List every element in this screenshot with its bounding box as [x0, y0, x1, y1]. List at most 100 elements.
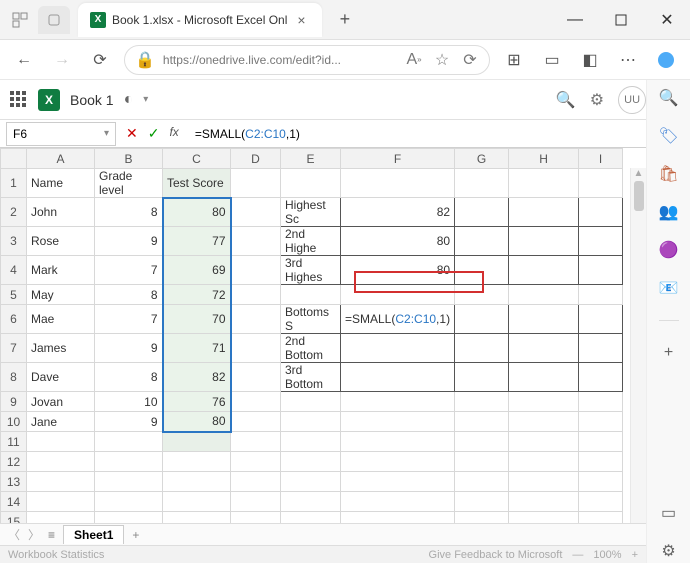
cell[interactable]: 80 — [163, 412, 231, 432]
accept-icon[interactable]: ✓ — [148, 125, 160, 142]
maximize-button[interactable] — [598, 0, 644, 40]
select-all-corner[interactable] — [1, 149, 27, 169]
copilot-icon[interactable] — [652, 46, 680, 74]
cell[interactable]: 70 — [163, 305, 231, 334]
name-box[interactable]: F6 ▾ — [6, 122, 116, 146]
minimize-button[interactable]: — — [552, 0, 598, 40]
reader-icon[interactable]: A» — [405, 50, 423, 70]
cell[interactable]: 9 — [95, 227, 163, 256]
vertical-scrollbar[interactable]: ▲ — [630, 168, 646, 523]
cell[interactable]: Mae — [27, 305, 95, 334]
tab-inactive[interactable] — [38, 6, 70, 34]
outlook-icon[interactable]: 📧 — [657, 276, 681, 300]
cell[interactable]: 76 — [163, 392, 231, 412]
feedback-link[interactable]: Give Feedback to Microsoft — [429, 549, 563, 561]
sheet-list-icon[interactable]: ≡ — [48, 528, 55, 542]
col-header[interactable]: C — [163, 149, 231, 169]
cell[interactable]: 8 — [95, 198, 163, 227]
avatar[interactable]: UU — [618, 86, 646, 114]
zoom-out-button[interactable]: — — [572, 549, 583, 561]
status-text[interactable]: Workbook Statistics — [8, 549, 104, 561]
col-header[interactable]: F — [341, 149, 455, 169]
col-header[interactable]: D — [231, 149, 281, 169]
cell[interactable]: 80 — [341, 227, 455, 256]
cell[interactable]: Mark — [27, 256, 95, 285]
sync-icon[interactable]: ⟳ — [461, 50, 479, 70]
more-icon[interactable]: ⋯ — [614, 46, 642, 74]
sheet-tab[interactable]: Sheet1 — [63, 525, 124, 544]
close-tab-icon[interactable]: × — [293, 12, 309, 28]
cell[interactable]: 69 — [163, 256, 231, 285]
cell[interactable]: 82 — [341, 198, 455, 227]
cell[interactable] — [231, 169, 281, 198]
cell[interactable]: 9 — [95, 412, 163, 432]
collapse-icon[interactable]: ▭ — [657, 501, 681, 525]
chevron-down-icon[interactable]: ▾ — [104, 128, 109, 139]
cell[interactable]: 2nd Bottom — [281, 334, 341, 363]
cell-active[interactable]: =SMALL(C2:C10,1) — [341, 305, 455, 334]
cell[interactable]: 2nd Highe — [281, 227, 341, 256]
cell[interactable]: Jane — [27, 412, 95, 432]
sheet-nav-next-icon[interactable]: 〉 — [28, 526, 40, 543]
back-button[interactable]: ← — [10, 46, 38, 74]
cell[interactable]: 8 — [95, 363, 163, 392]
spreadsheet-grid[interactable]: A B C D E F G H I 1 Name Grade level Tes… — [0, 148, 623, 523]
cell[interactable]: 71 — [163, 334, 231, 363]
cell[interactable]: Grade level — [95, 169, 163, 198]
search-icon[interactable]: 🔍 — [556, 90, 576, 110]
row-header[interactable]: 5 — [1, 285, 27, 305]
cell[interactable]: 10 — [95, 392, 163, 412]
row-header[interactable]: 9 — [1, 392, 27, 412]
people-icon[interactable]: 👥 — [657, 200, 681, 224]
cell[interactable]: James — [27, 334, 95, 363]
refresh-button[interactable]: ⟳ — [86, 46, 114, 74]
col-header[interactable]: H — [509, 149, 579, 169]
col-header[interactable]: E — [281, 149, 341, 169]
col-header[interactable]: A — [27, 149, 95, 169]
row-header[interactable]: 1 — [1, 169, 27, 198]
zoom-in-button[interactable]: + — [632, 549, 638, 561]
cell[interactable]: Rose — [27, 227, 95, 256]
ribbon-caret-icon[interactable]: ▾ — [143, 94, 148, 105]
favorite-icon[interactable]: ☆ — [433, 50, 451, 70]
cell[interactable]: 3rd Bottom — [281, 363, 341, 392]
row-header[interactable]: 8 — [1, 363, 27, 392]
split-icon[interactable]: ◧ — [576, 46, 604, 74]
shopping-icon[interactable]: 🛍 — [657, 162, 681, 186]
copilot-icon[interactable]: 🟣 — [657, 238, 681, 262]
row-header[interactable]: 4 — [1, 256, 27, 285]
forward-button[interactable]: → — [48, 46, 76, 74]
cell[interactable]: Highest Sc — [281, 198, 341, 227]
add-sheet-button[interactable]: + — [132, 528, 139, 542]
workbook-name[interactable]: Book 1 — [70, 92, 114, 108]
tag-icon[interactable]: 🏷 — [657, 124, 681, 148]
cell[interactable]: Test Score — [163, 169, 231, 198]
cell[interactable]: 80 — [163, 198, 231, 227]
settings-icon[interactable]: ⚙ — [657, 539, 681, 563]
address-bar[interactable]: 🔒 https://onedrive.live.com/edit?id... A… — [124, 45, 490, 75]
cell[interactable]: May — [27, 285, 95, 305]
row-header[interactable]: 3 — [1, 227, 27, 256]
col-header[interactable]: B — [95, 149, 163, 169]
settings-icon[interactable]: ⚙ — [590, 90, 604, 110]
cell[interactable]: 7 — [95, 256, 163, 285]
cell[interactable]: 7 — [95, 305, 163, 334]
add-tool-icon[interactable]: + — [657, 341, 681, 365]
search-icon[interactable]: 🔍 — [657, 86, 681, 110]
cell[interactable]: John — [27, 198, 95, 227]
cell[interactable]: 80 — [341, 256, 455, 285]
cell[interactable]: 72 — [163, 285, 231, 305]
row-header[interactable]: 2 — [1, 198, 27, 227]
extensions-icon[interactable]: ⊞ — [500, 46, 528, 74]
cell[interactable]: 82 — [163, 363, 231, 392]
new-tab-button[interactable]: + — [330, 9, 361, 30]
sheet-nav-prev-icon[interactable]: 〈 — [8, 526, 20, 543]
formula-input[interactable]: =SMALL(C2:C10,1) — [189, 127, 666, 141]
cell[interactable]: Bottoms S — [281, 305, 341, 334]
cell[interactable]: 8 — [95, 285, 163, 305]
cell[interactable]: Dave — [27, 363, 95, 392]
cell[interactable]: 77 — [163, 227, 231, 256]
cancel-icon[interactable]: ✕ — [126, 125, 138, 142]
close-window-button[interactable]: ✕ — [644, 0, 690, 40]
fx-icon[interactable]: fx — [169, 125, 178, 142]
